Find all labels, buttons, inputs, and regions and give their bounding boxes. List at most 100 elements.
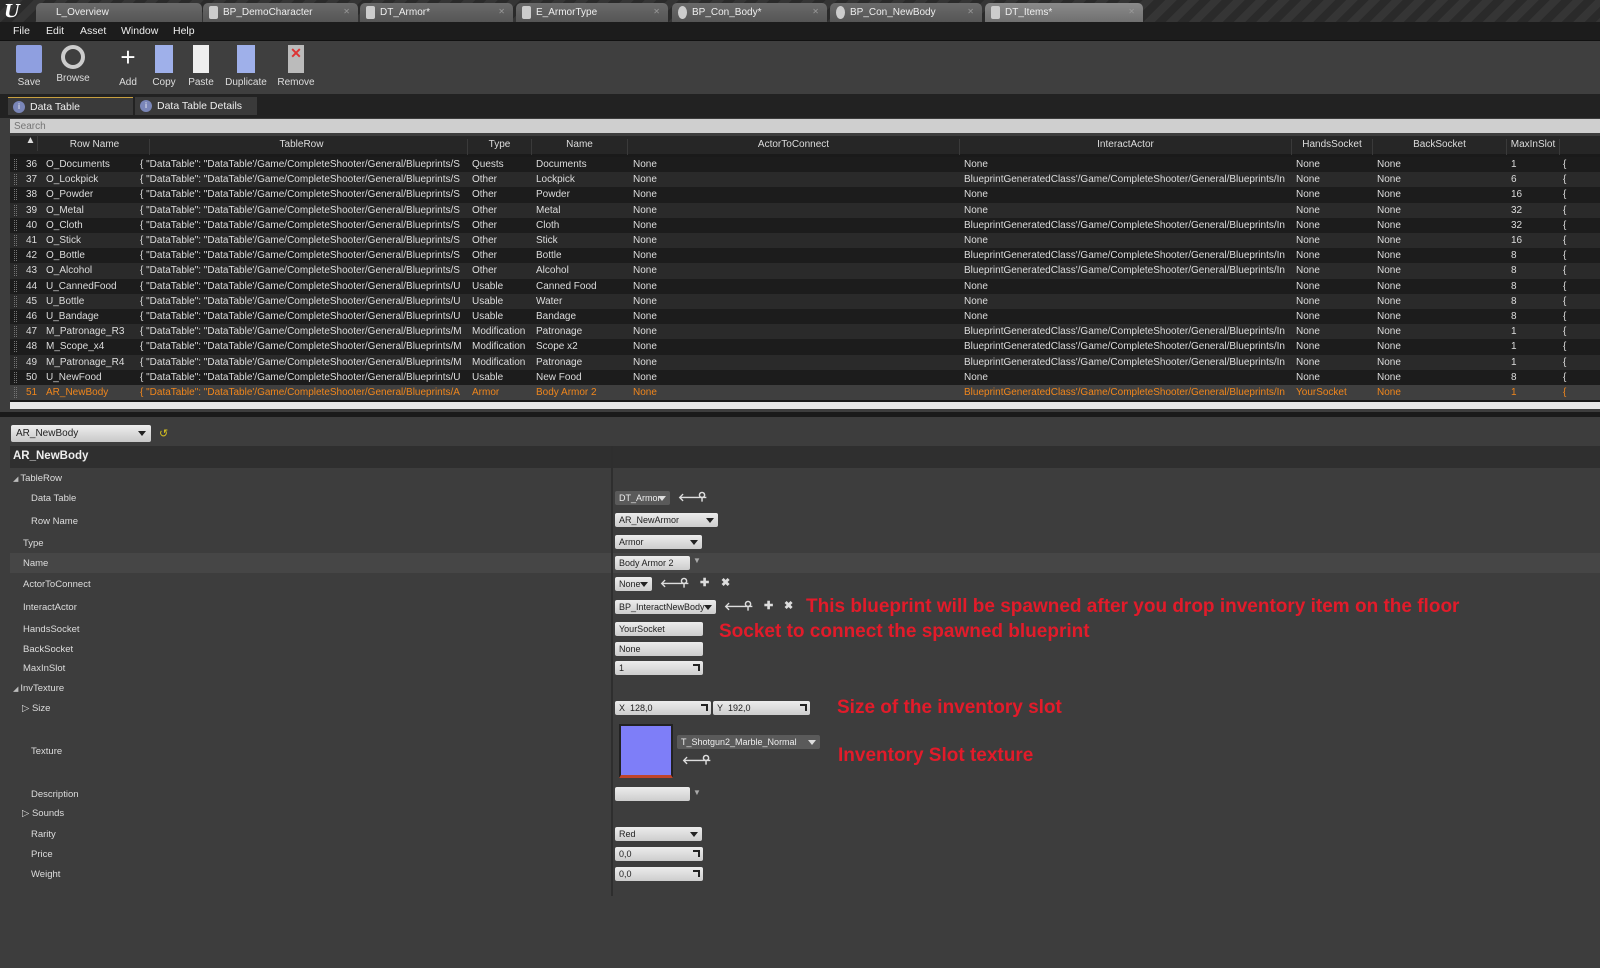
column-header[interactable]: Type bbox=[468, 139, 532, 155]
table-row[interactable]: 42 O_Bottle { "DataTable": "DataTable'/Gam… bbox=[10, 248, 1600, 264]
drag-spin-icon[interactable] bbox=[800, 704, 807, 711]
description-dropdown-arrow-icon[interactable]: ▼ bbox=[693, 788, 701, 797]
browse-magnifier-icon[interactable]: ⚲ bbox=[698, 490, 706, 503]
drag-handle-icon[interactable] bbox=[14, 159, 17, 170]
drag-handle-icon[interactable] bbox=[14, 189, 17, 201]
tab-bp-con-newbody[interactable]: BP_Con_NewBody ✕ bbox=[830, 3, 982, 22]
browse-magnifier-icon[interactable]: ⚲ bbox=[744, 599, 752, 612]
search-input[interactable] bbox=[10, 119, 1600, 133]
tab-dt-armor[interactable]: DT_Armor* ✕ bbox=[360, 3, 513, 22]
table-row[interactable]: 40 O_Cloth { "DataTable": "DataTable'/Game… bbox=[10, 217, 1600, 233]
table-row[interactable]: 48 M_Scope_x4 { "DataTable": "DataTable'/G… bbox=[10, 339, 1600, 355]
size-x-spinbox[interactable]: X 128,0 bbox=[615, 701, 711, 715]
copy-button[interactable]: Copy bbox=[148, 45, 180, 88]
tab-data-table[interactable]: i Data Table bbox=[8, 97, 133, 115]
price-spinbox[interactable]: 0,0 bbox=[615, 847, 703, 861]
drag-handle-icon[interactable] bbox=[14, 311, 17, 322]
drag-handle-icon[interactable] bbox=[14, 280, 17, 292]
close-icon[interactable]: ✕ bbox=[653, 7, 660, 16]
close-icon[interactable]: ✕ bbox=[498, 7, 505, 16]
column-header[interactable]: MaxInSlot bbox=[1507, 139, 1560, 155]
table-row[interactable]: 46 U_Bandage { "DataTable": "DataTable'/Ga… bbox=[10, 309, 1600, 325]
close-icon[interactable]: ✕ bbox=[1128, 7, 1135, 16]
drag-handle-icon[interactable] bbox=[14, 326, 17, 338]
drag-handle-icon[interactable] bbox=[14, 387, 17, 398]
clear-icon[interactable]: ✖ bbox=[721, 576, 730, 589]
tab-bp-con-body[interactable]: BP_Con_Body* ✕ bbox=[672, 3, 827, 22]
column-header[interactable]: InteractActor bbox=[960, 139, 1292, 155]
type-dropdown[interactable]: Armor bbox=[615, 535, 702, 549]
add-icon[interactable]: ✚ bbox=[700, 576, 709, 589]
menu-window[interactable]: Window bbox=[121, 25, 158, 37]
browse-button[interactable]: Browse bbox=[52, 45, 94, 84]
drag-handle-icon[interactable] bbox=[14, 371, 17, 383]
tab-l-overview[interactable]: L_Overview bbox=[36, 3, 202, 22]
save-button[interactable]: Save bbox=[12, 45, 46, 88]
table-row[interactable]: 37 O_Lockpick { "DataTable": "DataTable'/G… bbox=[10, 172, 1600, 188]
close-icon[interactable]: ✕ bbox=[967, 7, 974, 16]
drag-handle-icon[interactable] bbox=[14, 174, 17, 186]
column-splitter[interactable] bbox=[611, 446, 613, 896]
category-invtexture[interactable]: InvTexture bbox=[13, 683, 64, 694]
row-name-dropdown[interactable]: AR_NewArmor bbox=[615, 513, 718, 527]
table-row[interactable]: 43 O_Alcohol { "DataTable": "DataTable'/Ga… bbox=[10, 263, 1600, 279]
drag-handle-icon[interactable] bbox=[14, 250, 17, 262]
weight-spinbox[interactable]: 0,0 bbox=[615, 867, 703, 881]
back-socket-input[interactable]: None bbox=[615, 642, 703, 656]
menu-help[interactable]: Help bbox=[173, 25, 195, 37]
reset-icon[interactable]: ↺ bbox=[159, 427, 168, 440]
name-input[interactable]: Body Armor 2 bbox=[615, 556, 690, 570]
row-select-dropdown[interactable]: AR_NewBody bbox=[11, 425, 151, 442]
remove-button[interactable]: ✕ Remove bbox=[276, 45, 316, 88]
drag-handle-icon[interactable] bbox=[14, 235, 17, 246]
drag-handle-icon[interactable] bbox=[14, 295, 17, 307]
table-row[interactable]: 38 O_Powder { "DataTable": "DataTable'/Gam… bbox=[10, 187, 1600, 203]
table-row[interactable]: 47 M_Patronage_R3 { "DataTable": "DataTabl… bbox=[10, 324, 1600, 340]
name-dropdown-arrow-icon[interactable]: ▼ bbox=[693, 556, 701, 565]
drag-handle-icon[interactable] bbox=[14, 341, 17, 353]
column-header[interactable]: Name bbox=[532, 139, 628, 155]
browse-magnifier-icon[interactable]: ⚲ bbox=[680, 576, 688, 589]
table-row[interactable]: 45 U_Bottle { "DataTable": "DataTable'/Gam… bbox=[10, 293, 1600, 309]
table-row[interactable]: 41 O_Stick { "DataTable": "DataTable'/Game… bbox=[10, 233, 1600, 249]
horizontal-scrollbar[interactable] bbox=[10, 402, 1600, 409]
expander-sounds[interactable]: ▷ Sounds bbox=[22, 808, 64, 819]
column-header[interactable]: Row Name bbox=[40, 139, 150, 155]
paste-button[interactable]: Paste bbox=[184, 45, 218, 88]
tab-bp-democharacter[interactable]: BP_DemoCharacter ✕ bbox=[203, 3, 358, 22]
drag-handle-icon[interactable] bbox=[14, 219, 17, 231]
table-row[interactable]: 51 AR_NewBody { "DataTable": "DataTable'/G… bbox=[10, 385, 1600, 401]
column-header[interactable]: TableRow bbox=[136, 139, 468, 155]
tab-dt-items[interactable]: DT_Items* ✕ bbox=[985, 3, 1143, 22]
data-table-dropdown[interactable]: DT_Armor bbox=[615, 491, 670, 505]
description-input[interactable] bbox=[615, 787, 690, 801]
tab-e-armortype[interactable]: E_ArmorType ✕ bbox=[516, 3, 668, 22]
table-row[interactable]: 50 U_NewFood { "DataTable": "DataTable'/Ga… bbox=[10, 369, 1600, 385]
close-icon[interactable]: ✕ bbox=[812, 7, 819, 16]
menu-edit[interactable]: Edit bbox=[46, 25, 64, 37]
expander-size[interactable]: ▷ Size bbox=[22, 703, 50, 714]
menu-file[interactable]: File bbox=[13, 25, 30, 37]
table-row[interactable]: 49 M_Patronage_R4 { "DataTable": "DataTabl… bbox=[10, 354, 1600, 370]
drag-spin-icon[interactable] bbox=[693, 664, 700, 671]
drag-handle-icon[interactable] bbox=[14, 265, 17, 277]
drag-handle-icon[interactable] bbox=[14, 204, 17, 216]
drag-spin-icon[interactable] bbox=[693, 870, 700, 877]
interact-actor-dropdown[interactable]: BP_InteractNewBody bbox=[615, 600, 716, 614]
drag-handle-icon[interactable] bbox=[14, 356, 17, 368]
duplicate-button[interactable]: Duplicate bbox=[222, 45, 270, 88]
unreal-logo-icon[interactable]: U bbox=[4, 1, 30, 22]
column-header[interactable]: HandsSocket bbox=[1292, 139, 1373, 155]
drag-spin-icon[interactable] bbox=[701, 704, 708, 711]
panel-splitter[interactable] bbox=[0, 412, 1600, 417]
drag-spin-icon[interactable] bbox=[693, 850, 700, 857]
table-row[interactable]: 44 U_CannedFood { "DataTable": "DataTable'… bbox=[10, 278, 1600, 294]
column-header[interactable]: BackSocket bbox=[1373, 139, 1507, 155]
hands-socket-input[interactable]: YourSocket bbox=[615, 622, 703, 636]
browse-magnifier-icon[interactable]: ⚲ bbox=[702, 753, 710, 766]
clear-icon[interactable]: ✖ bbox=[784, 599, 793, 612]
column-header[interactable]: ActorToConnect bbox=[628, 139, 960, 155]
rarity-dropdown[interactable]: Red bbox=[615, 827, 702, 841]
category-tablerow[interactable]: TableRow bbox=[13, 473, 62, 484]
size-y-spinbox[interactable]: Y 192,0 bbox=[713, 701, 810, 715]
